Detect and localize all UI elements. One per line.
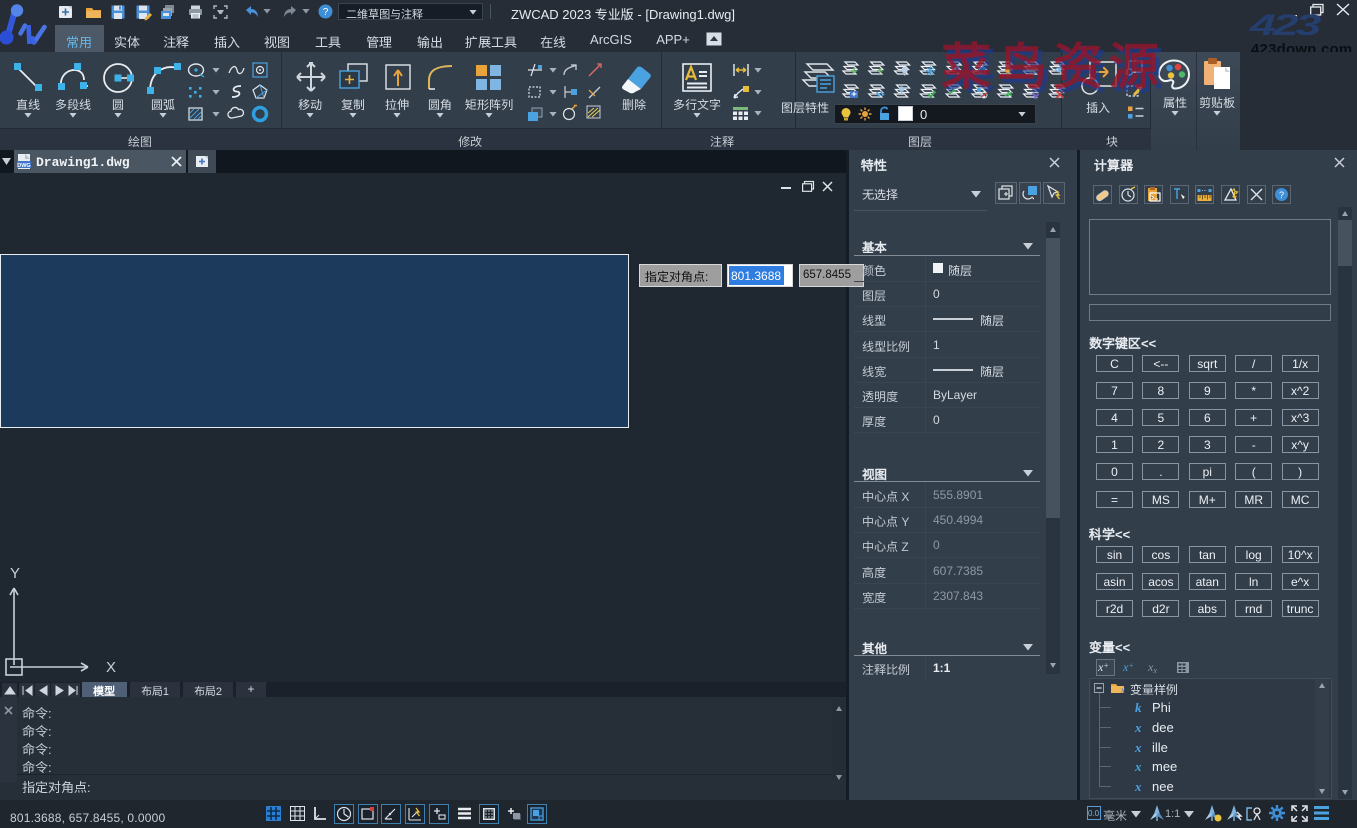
svg-text:Y: Y <box>10 565 20 582</box>
svg-text:?: ? <box>323 7 329 18</box>
svg-text:x: x <box>1120 685 1125 695</box>
svg-text:?: ? <box>1279 190 1284 200</box>
svg-text:X: X <box>106 659 116 676</box>
svg-text:DWG: DWG <box>17 163 30 169</box>
